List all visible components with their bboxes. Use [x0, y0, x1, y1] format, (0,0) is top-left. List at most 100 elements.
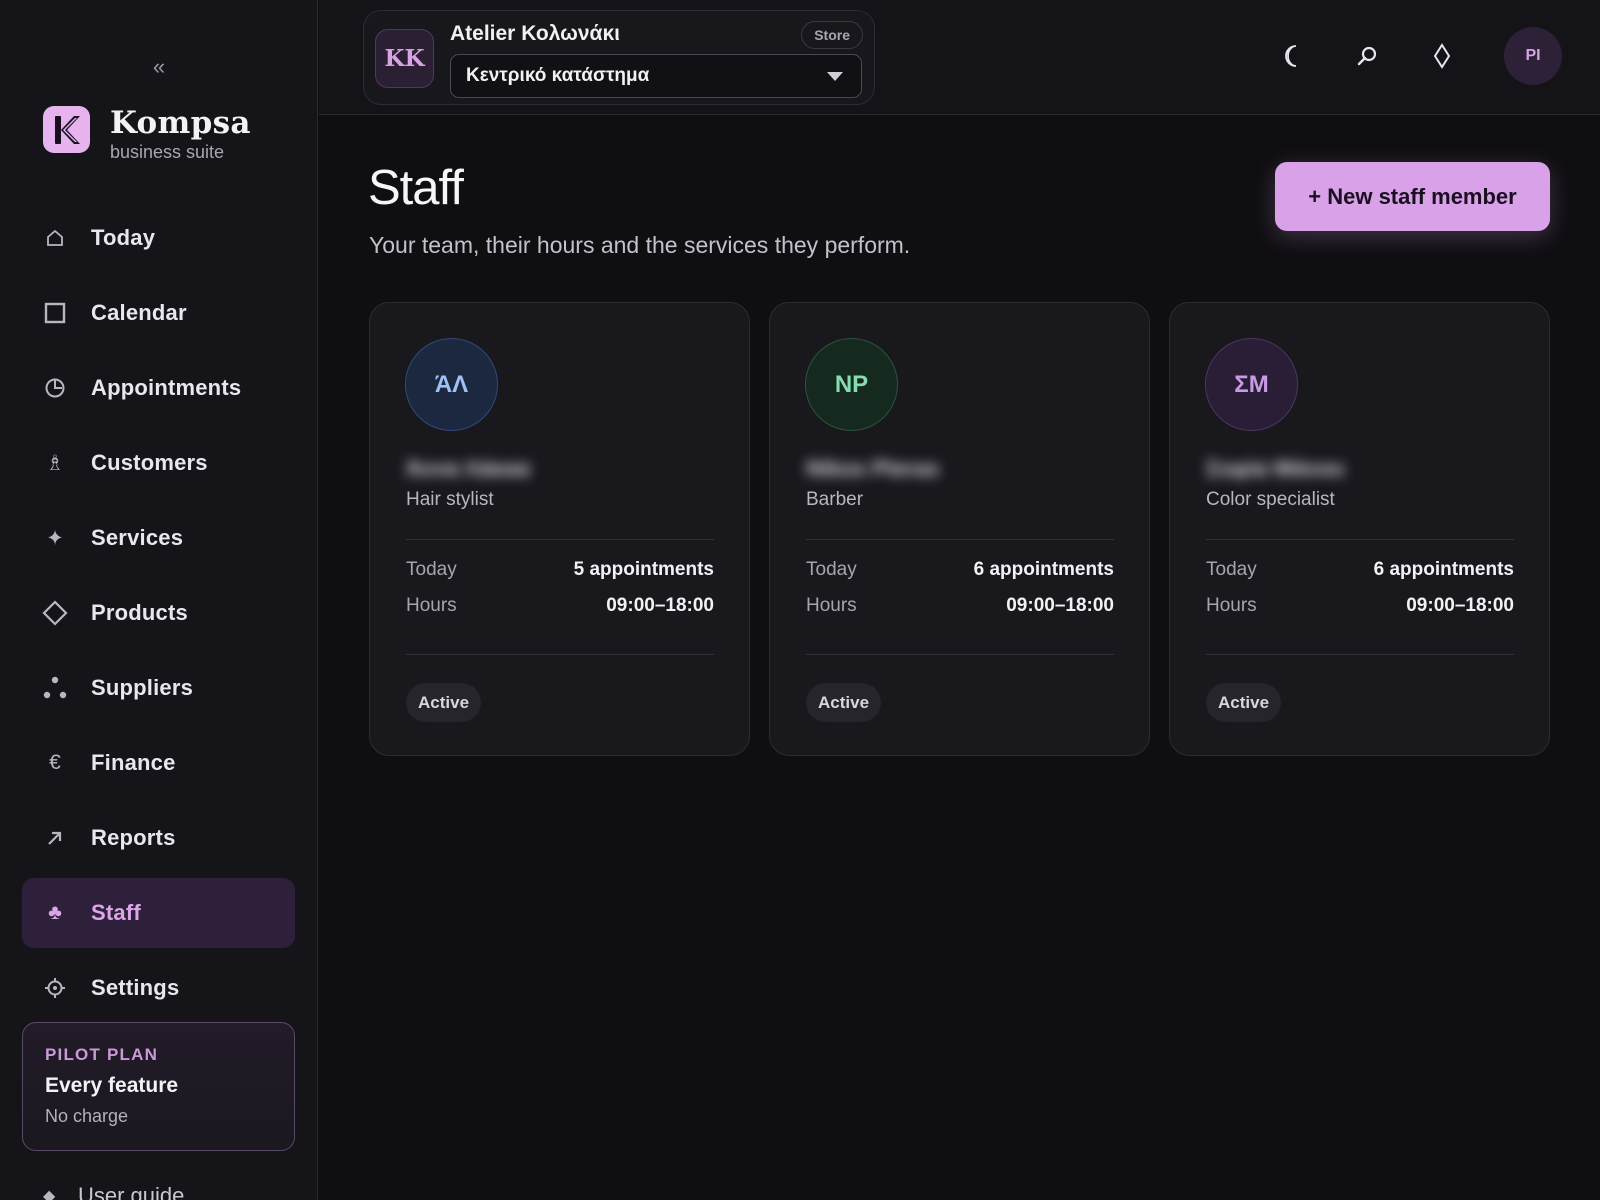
sidebar-item-products[interactable]: Products: [22, 578, 295, 648]
collapse-sidebar-icon[interactable]: «: [146, 54, 172, 80]
hours-label: Hours: [406, 595, 457, 616]
search-icon[interactable]: [1347, 27, 1387, 85]
hours-label: Hours: [1206, 595, 1257, 616]
status-badge: Active: [406, 683, 482, 722]
sidebar-item-user-guide[interactable]: ◆ User guide: [43, 1183, 184, 1200]
arrow-up-right-icon: [42, 825, 68, 851]
dots-icon: [42, 675, 68, 701]
sidebar: « Kompsa business suite Today Calendar A…: [0, 0, 318, 1200]
staff-role: Color specialist: [1206, 489, 1335, 510]
today-label: Today: [1206, 559, 1257, 580]
home-icon: [42, 225, 68, 251]
staff-role: Hair stylist: [406, 489, 494, 510]
user-avatar[interactable]: PI: [1504, 27, 1562, 85]
sidebar-item-label: Calendar: [91, 300, 187, 325]
sidebar-item-label: Appointments: [91, 375, 242, 400]
sidebar-item-today[interactable]: Today: [22, 203, 295, 273]
today-value: 6 appointments: [973, 559, 1114, 580]
plan-subtitle: No charge: [45, 1106, 129, 1126]
sidebar-item-label: User guide: [78, 1183, 185, 1200]
staff-card[interactable]: NP Nikos Pteras Barber Today 6 appointme…: [769, 302, 1150, 756]
moon-icon[interactable]: [1272, 27, 1312, 85]
staff-name: Σοφία Μάνου: [1206, 456, 1345, 481]
hours-row: Hours 09:00–18:00: [1206, 595, 1514, 617]
diamond-outline-icon[interactable]: [1422, 27, 1462, 85]
page-subtitle: Your team, their hours and the services …: [369, 232, 911, 258]
sidebar-item-reports[interactable]: Reports: [22, 803, 295, 873]
person-icon: ♗: [45, 451, 65, 475]
brand-subtitle: business suite: [110, 142, 225, 162]
sidebar-item-suppliers[interactable]: Suppliers: [22, 653, 295, 723]
book-icon: ◆: [43, 1188, 56, 1200]
plan-title: Every feature: [45, 1074, 179, 1097]
today-row: Today 5 appointments: [406, 559, 714, 581]
diamond-icon: [42, 600, 68, 626]
page-title: Staff: [368, 161, 464, 215]
card-divider: [806, 654, 1114, 655]
today-label: Today: [406, 559, 457, 580]
card-divider: [806, 539, 1114, 540]
hours-value: 09:00–18:00: [606, 595, 714, 616]
sidebar-item-label: Products: [91, 600, 188, 625]
brand-name: Kompsa: [110, 105, 251, 141]
staff-avatar: ΆΛ: [405, 338, 498, 431]
hours-row: Hours 09:00–18:00: [806, 595, 1114, 617]
topbar: KK Atelier Κολωνάκι Store Κεντρικό κατάσ…: [319, 0, 1600, 115]
top-actions: PI: [1237, 27, 1562, 85]
staff-cards: ΆΛ Άννα Λάκκα Hair stylist Today 5 appoi…: [369, 302, 1550, 756]
staff-avatar: ΣΜ: [1205, 338, 1298, 431]
plan-tag: PILOT PLAN: [45, 1045, 159, 1064]
hours-value: 09:00–18:00: [1006, 595, 1114, 616]
staff-card[interactable]: ΣΜ Σοφία Μάνου Color specialist Today 6 …: [1169, 302, 1550, 756]
sidebar-item-calendar[interactable]: Calendar: [22, 278, 295, 348]
sidebar-item-label: Settings: [91, 975, 180, 1000]
staff-avatar: NP: [805, 338, 898, 431]
brand-logo: [43, 106, 90, 153]
today-row: Today 6 appointments: [1206, 559, 1514, 581]
sidebar-item-staff[interactable]: ♣ Staff: [22, 878, 295, 948]
plan-card[interactable]: PILOT PLAN Every feature No charge: [22, 1022, 295, 1151]
hours-label: Hours: [806, 595, 857, 616]
location-select-value: Κεντρικό κατάστημα: [466, 65, 650, 86]
sidebar-item-label: Customers: [91, 450, 208, 475]
today-row: Today 6 appointments: [806, 559, 1114, 581]
gear-icon: [42, 975, 68, 1001]
sidebar-item-label: Services: [91, 525, 184, 550]
status-badge: Active: [1206, 683, 1282, 722]
sidebar-item-appointments[interactable]: Appointments: [22, 353, 295, 423]
store-switcher[interactable]: KK Atelier Κολωνάκι Store Κεντρικό κατάσ…: [363, 10, 875, 105]
card-divider: [406, 654, 714, 655]
sidebar-item-finance[interactable]: € Finance: [22, 728, 295, 798]
store-avatar: KK: [375, 29, 434, 88]
sidebar-item-label: Today: [91, 225, 156, 250]
card-divider: [1206, 539, 1514, 540]
brand[interactable]: Kompsa business suite: [43, 106, 251, 163]
sidebar-item-customers[interactable]: ♗ Customers: [22, 428, 295, 498]
calendar-icon: [42, 300, 68, 326]
store-name: Atelier Κολωνάκι: [450, 22, 620, 45]
brand-logo-icon: [54, 115, 80, 144]
today-value: 6 appointments: [1373, 559, 1514, 580]
staff-name: Nikos Pteras: [806, 456, 940, 481]
card-divider: [1206, 654, 1514, 655]
staff-role: Barber: [806, 489, 864, 510]
euro-icon: €: [49, 751, 61, 774]
location-select[interactable]: Κεντρικό κατάστημα: [450, 54, 862, 98]
clock-icon: [42, 375, 68, 401]
sparkle-icon: ✦: [46, 526, 64, 550]
hours-value: 09:00–18:00: [1406, 595, 1514, 616]
staff-name: Άννα Λάκκα: [406, 456, 530, 481]
chevron-down-icon: [827, 72, 843, 81]
sidebar-item-services[interactable]: ✦ Services: [22, 503, 295, 573]
hours-row: Hours 09:00–18:00: [406, 595, 714, 617]
new-staff-member-button[interactable]: + New staff member: [1275, 162, 1550, 231]
card-divider: [406, 539, 714, 540]
sidebar-item-settings[interactable]: Settings: [22, 953, 295, 1023]
today-value: 5 appointments: [573, 559, 714, 580]
sidebar-item-label: Reports: [91, 825, 176, 850]
staff-icon: ♣: [48, 901, 62, 924]
today-label: Today: [806, 559, 857, 580]
sidebar-item-label: Finance: [91, 750, 176, 775]
staff-card[interactable]: ΆΛ Άννα Λάκκα Hair stylist Today 5 appoi…: [369, 302, 750, 756]
sidebar-nav: Today Calendar Appointments ♗ Customers …: [22, 203, 295, 1028]
